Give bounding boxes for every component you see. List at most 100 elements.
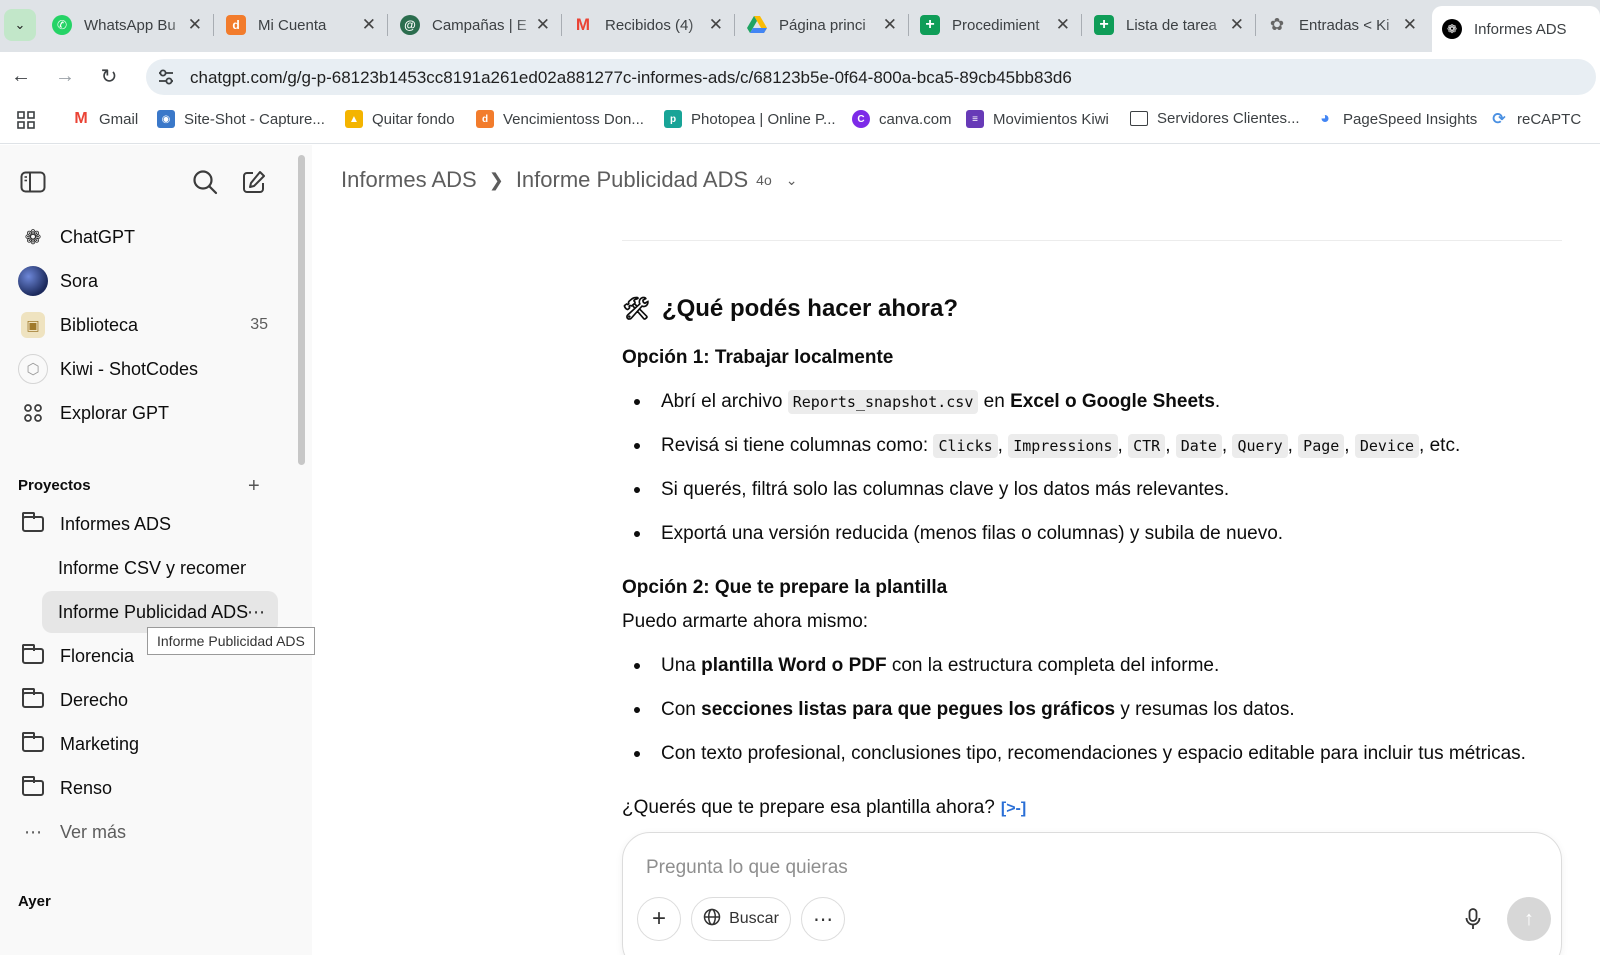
bookmark-site-shot[interactable]: ◉ Site-Shot - Capture...	[157, 110, 325, 128]
tab-separator	[734, 14, 735, 36]
send-arrow-icon[interactable]: ↑	[1507, 897, 1551, 941]
breadcrumb-chat-title[interactable]: Informe Publicidad ADS	[516, 167, 748, 193]
address-bar[interactable]: chatgpt.com/g/g-p-68123b1453cc8191a261ed…	[146, 59, 1596, 95]
bookmark-photopea[interactable]: p Photopea | Online P...	[664, 110, 836, 128]
project-informes-ads[interactable]: Informes ADS	[18, 504, 278, 544]
folder-icon	[22, 732, 44, 752]
chatgpt-icon: ❁	[1442, 19, 1462, 39]
sidebar-item-biblioteca[interactable]: ▣ Biblioteca 35	[18, 305, 278, 345]
chat-item-informe-csv[interactable]: Informe CSV y recomendaciones	[42, 547, 278, 589]
list-item: Con texto profesional, conclusiones tipo…	[634, 741, 1526, 767]
gmail-icon: M	[575, 15, 591, 34]
main-area: Informes ADS ❯ Informe Publicidad ADS 4o…	[312, 145, 1600, 955]
forms-icon: ≡	[966, 110, 984, 128]
reload-icon[interactable]: ↻	[93, 60, 125, 92]
tab-procedimientos[interactable]: + Procedimient ✕	[920, 6, 1080, 44]
back-arrow-icon[interactable]: ←	[5, 60, 37, 92]
sidebar-item-sora[interactable]: Sora	[18, 261, 278, 301]
project-renso[interactable]: Renso	[18, 768, 278, 808]
close-icon[interactable]: ✕	[536, 15, 550, 35]
tab-title: Recibidos (4)	[605, 16, 694, 34]
tab-campanas[interactable]: @ Campañas | E ✕	[400, 6, 560, 44]
tab-search-chevron-icon[interactable]: ⌄	[4, 9, 36, 41]
apps-grid-icon[interactable]	[16, 110, 36, 130]
tools-icon: 🛠	[622, 296, 650, 322]
tab-title: WhatsApp Bu	[84, 16, 176, 34]
text: Exportá una versión reducida (menos fila…	[661, 523, 1284, 544]
sidebar-item-label: Biblioteca	[60, 314, 139, 335]
bookmark-movimientos-kiwi[interactable]: ≡ Movimientos Kiwi	[966, 110, 1109, 128]
sidebar-scrollbar[interactable]	[298, 155, 305, 465]
tab-lista-tareas[interactable]: + Lista de tarea ✕	[1094, 6, 1254, 44]
tab-separator	[908, 14, 909, 36]
close-icon[interactable]: ✕	[1403, 15, 1417, 35]
project-derecho[interactable]: Derecho	[18, 680, 278, 720]
toggle-sidebar-icon[interactable]	[17, 166, 49, 198]
project-label: Renso	[60, 777, 113, 798]
tab-entradas[interactable]: ✿ Entradas < Ki ✕	[1267, 6, 1427, 44]
tab-gmail[interactable]: M Recibidos (4) ✕	[573, 6, 733, 44]
search-web-button[interactable]: Buscar	[691, 897, 791, 941]
close-icon[interactable]: ✕	[188, 15, 202, 35]
forward-arrow-icon[interactable]: →	[49, 60, 81, 92]
inline-code: Reports_snapshot.csv	[787, 389, 979, 414]
more-options-icon[interactable]: ⋯	[247, 602, 266, 623]
list-item: Revisá si tiene columnas como: Clicks, I…	[634, 433, 1460, 459]
bookmark-canva[interactable]: C canva.com	[852, 110, 952, 128]
sidebar-item-label: ChatGPT	[60, 226, 136, 247]
bookmark-servidores[interactable]: Servidores Clientes...	[1130, 110, 1300, 127]
ellipsis-icon: ⋯	[24, 821, 42, 842]
site-info-icon[interactable]	[152, 63, 180, 91]
library-count: 35	[250, 316, 268, 333]
bookmark-recaptcha[interactable]: ⟳ reCAPTC	[1490, 110, 1582, 129]
bullet	[634, 530, 640, 537]
bookmark-quitar-fondo[interactable]: ▲ Quitar fondo	[345, 110, 455, 128]
bookmark-label: reCAPTC	[1517, 110, 1582, 128]
model-label[interactable]: 4o	[756, 172, 772, 188]
new-chat-icon[interactable]	[238, 166, 270, 198]
breadcrumb: Informes ADS ❯ Informe Publicidad ADS 4o…	[341, 167, 797, 193]
search-icon[interactable]	[189, 166, 221, 198]
tab-mi-cuenta[interactable]: d Mi Cuenta ✕	[226, 6, 386, 44]
plus-icon[interactable]: +	[637, 897, 681, 941]
url-text[interactable]: chatgpt.com/g/g-p-68123b1453cc8191a261ed…	[190, 68, 1072, 88]
project-label: Informes ADS	[60, 513, 172, 534]
bookmark-label: Movimientos Kiwi	[993, 110, 1109, 128]
bookmark-gmail[interactable]: M Gmail	[72, 110, 138, 128]
close-icon[interactable]: ✕	[1230, 15, 1244, 35]
see-more-projects[interactable]: ⋯ Ver más	[18, 812, 278, 852]
text: con la estructura completa del informe.	[891, 655, 1220, 676]
close-icon[interactable]: ✕	[883, 15, 897, 35]
more-tools-icon[interactable]: ⋯	[801, 897, 845, 941]
close-icon[interactable]: ✕	[709, 15, 723, 35]
tab-drive[interactable]: Página princi ✕	[747, 6, 907, 44]
breadcrumb-project[interactable]: Informes ADS	[341, 167, 477, 193]
bold-text: Excel o Google Sheets	[1010, 391, 1215, 412]
microphone-icon[interactable]	[1451, 897, 1495, 941]
tab-informes-ads-active[interactable]: ❁ Informes ADS	[1432, 6, 1600, 52]
tab-whatsapp[interactable]: ✆ WhatsApp Bu ✕	[52, 6, 212, 44]
photopea-icon: p	[664, 110, 682, 128]
bookmark-label: Gmail	[99, 110, 139, 128]
sidebar-item-chatgpt[interactable]: ❁ ChatGPT	[18, 217, 278, 257]
canvas-link-icon[interactable]: [>-]	[1001, 798, 1026, 820]
tab-title: Procedimient	[952, 16, 1040, 34]
chevron-down-icon[interactable]: ⌄	[786, 172, 798, 189]
folder-icon	[1130, 111, 1148, 126]
sidebar-item-kiwi-shotcodes[interactable]: ⬡ Kiwi - ShotCodes	[18, 349, 278, 389]
text: Una	[661, 655, 696, 676]
sidebar-item-explorar-gpt[interactable]: Explorar GPT	[18, 393, 278, 433]
prompt-input[interactable]: Pregunta lo que quieras	[646, 857, 848, 879]
bookmark-vencimientos[interactable]: d Vencimientoss Don...	[476, 110, 644, 128]
canva-icon: C	[852, 110, 870, 128]
project-marketing[interactable]: Marketing	[18, 724, 278, 764]
bookmark-pagespeed[interactable]: ◕ PageSpeed Insights	[1316, 110, 1477, 128]
close-icon[interactable]: ✕	[1056, 15, 1070, 35]
add-project-icon[interactable]: +	[248, 475, 260, 498]
bullet	[634, 662, 640, 669]
list-item: Si querés, filtrá solo las columnas clav…	[634, 477, 1229, 503]
search-label: Buscar	[729, 910, 779, 927]
folder-icon	[22, 688, 44, 708]
divider	[622, 240, 1562, 241]
close-icon[interactable]: ✕	[362, 15, 376, 35]
